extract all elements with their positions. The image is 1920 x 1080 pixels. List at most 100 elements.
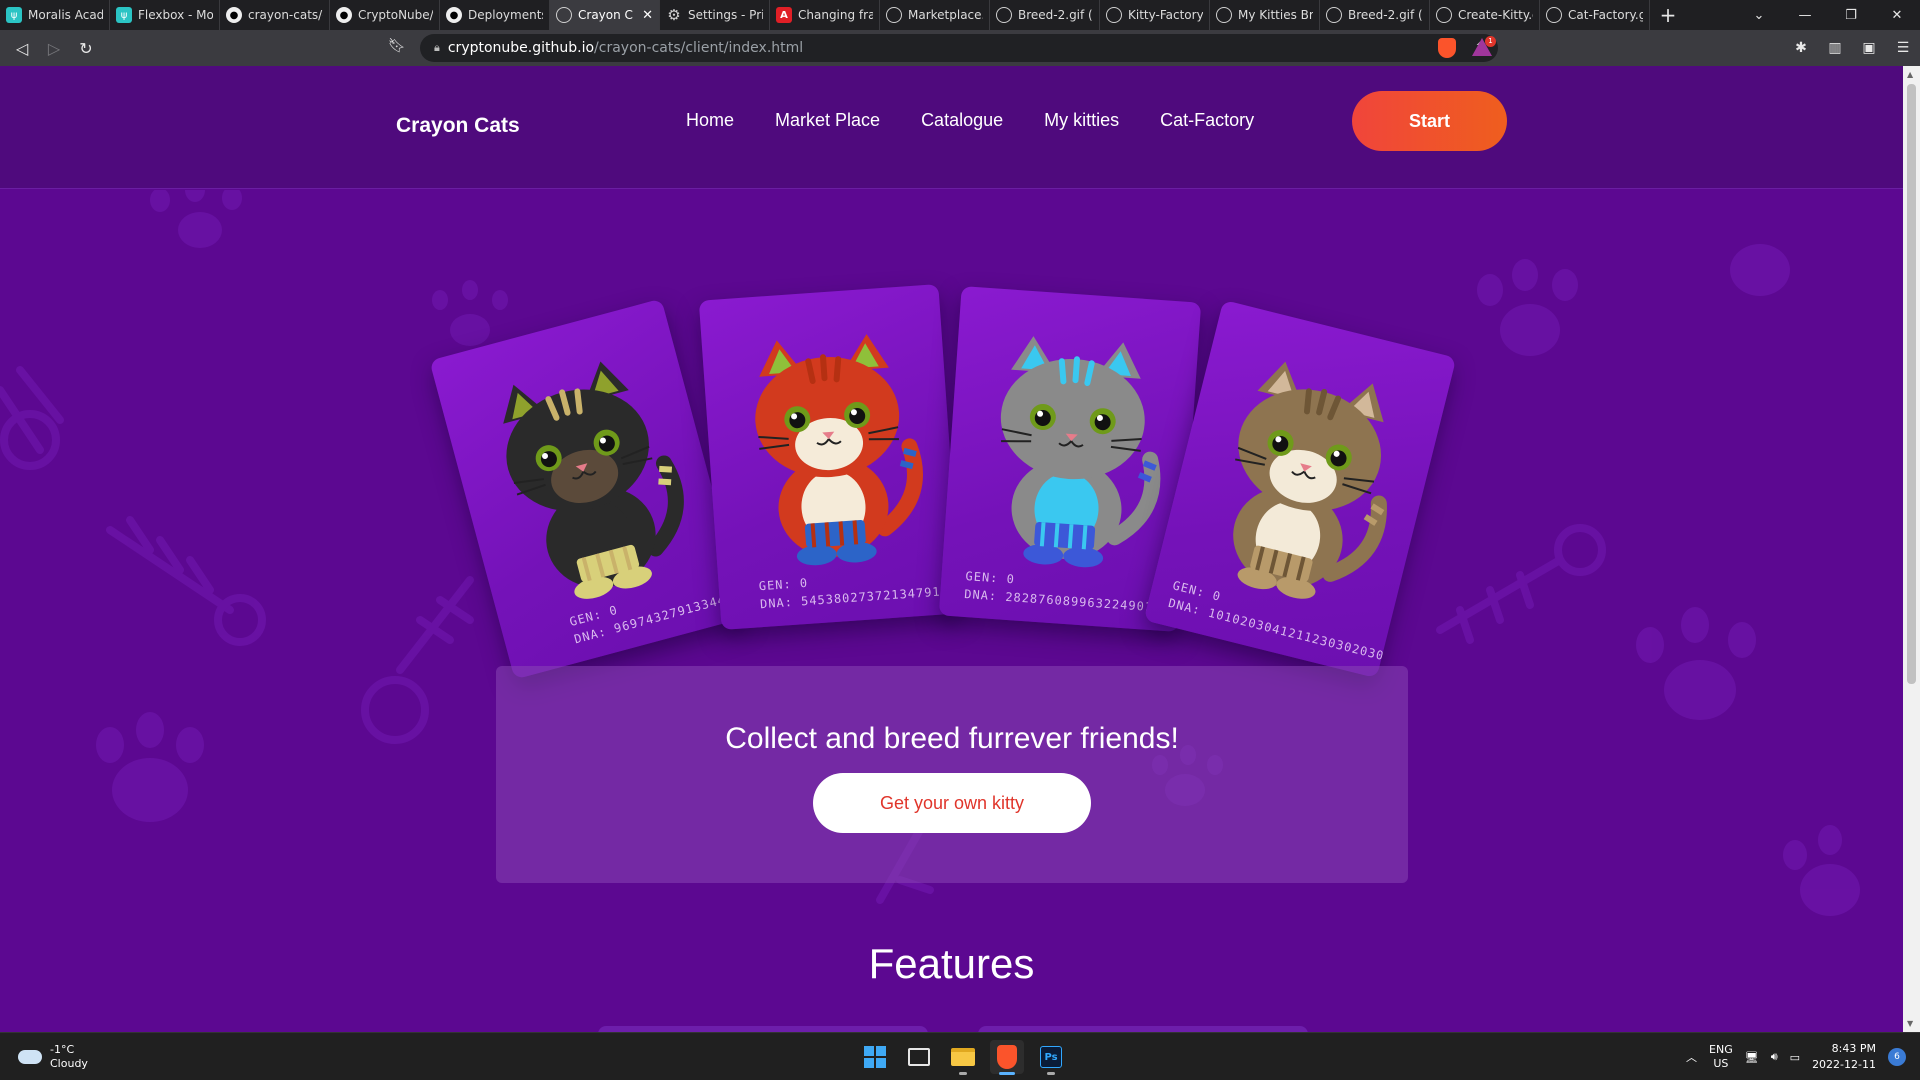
browser-tab[interactable]: My Kitties Bre: [1210, 0, 1320, 30]
globe-icon: [556, 7, 572, 23]
browser-tab[interactable]: ⚙ Settings - Priv: [660, 0, 770, 30]
github-icon: ●: [226, 7, 242, 23]
cat-card-2[interactable]: GEN: 0 DNA: 545380273721347913262 9: [698, 284, 962, 630]
nav-links: Home Market Place Catalogue My kitties C…: [686, 110, 1254, 131]
browser-tab[interactable]: Create-Kitty.g: [1430, 0, 1540, 30]
gear-icon: ⚙: [667, 6, 681, 24]
file-explorer-button[interactable]: [946, 1040, 980, 1075]
browser-tab[interactable]: Breed-2.gif (7: [990, 0, 1100, 30]
sidebar-icon[interactable]: ▥: [1818, 30, 1852, 66]
address-bar[interactable]: 🔒︎ cryptonube.github.io /crayon-cats/cli…: [420, 34, 1498, 62]
nav-link-market-place[interactable]: Market Place: [775, 110, 880, 131]
browser-tab[interactable]: Marketplace.g: [880, 0, 990, 30]
tab-title: Breed-2.gif (7: [1348, 8, 1423, 22]
weather-temp: -1°C: [50, 1043, 75, 1056]
language-code: ENG: [1709, 1043, 1733, 1056]
tab-title: Crayon C: [578, 8, 633, 22]
site-navbar: Crayon Cats Home Market Place Catalogue …: [0, 66, 1903, 189]
page-scrollbar[interactable]: ▲ ▼: [1903, 66, 1920, 1032]
wallet-icon[interactable]: ▣: [1852, 30, 1886, 66]
brave-rewards-icon[interactable]: 1: [1472, 36, 1496, 56]
chevron-up-icon[interactable]: ︿: [1686, 1049, 1697, 1065]
scroll-down-icon[interactable]: ▼: [1907, 1019, 1913, 1028]
clock-date: 2022-12-11: [1812, 1058, 1876, 1071]
nav-link-home[interactable]: Home: [686, 110, 734, 131]
menu-icon[interactable]: ☰: [1886, 30, 1920, 66]
browser-tab[interactable]: Kitty-Factory.: [1100, 0, 1210, 30]
cat-gen: GEN: 0: [965, 569, 1016, 587]
battery-icon[interactable]: ▭: [1790, 1051, 1800, 1064]
weather-widget[interactable]: -1°C Cloudy: [18, 1043, 88, 1071]
new-tab-button[interactable]: +: [1650, 0, 1686, 30]
github-icon: ●: [336, 7, 352, 23]
nav-link-catalogue[interactable]: Catalogue: [921, 110, 1003, 131]
scroll-up-icon[interactable]: ▲: [1907, 70, 1913, 79]
browser-tab[interactable]: ● crayon-cats/c: [220, 0, 330, 30]
browser-tab[interactable]: Breed-2.gif (7: [1320, 0, 1430, 30]
browser-tab[interactable]: Crayon C ✕: [550, 0, 660, 30]
folder-icon: [951, 1048, 975, 1066]
tab-title: Settings - Priv: [688, 8, 763, 22]
tab-title: CryptoNube/: [358, 8, 433, 22]
browser-tab[interactable]: ψ Moralis Acade: [0, 0, 110, 30]
github-icon: ●: [446, 7, 462, 23]
browser-tab[interactable]: A Changing fran: [770, 0, 880, 30]
volume-icon[interactable]: 🔊︎: [1771, 1050, 1778, 1064]
globe-icon: [1216, 7, 1232, 23]
features-heading: Features: [868, 940, 1035, 987]
browser-tab[interactable]: ● Deployments: [440, 0, 550, 30]
clock-time: 8:43 PM: [1831, 1042, 1876, 1055]
scroll-thumb[interactable]: [1907, 84, 1916, 684]
cat-illustration: [755, 334, 923, 566]
url-host: cryptonube.github.io: [447, 40, 595, 56]
close-tab-icon[interactable]: ✕: [642, 8, 653, 23]
browser-tab[interactable]: ● CryptoNube/: [330, 0, 440, 30]
browser-tab[interactable]: ψ Flexbox - Mor: [110, 0, 220, 30]
cat-gen: GEN: 0: [758, 575, 809, 594]
globe-icon: [1106, 7, 1122, 23]
task-view-button[interactable]: [902, 1040, 936, 1074]
cloud-icon: [18, 1050, 42, 1064]
globe-icon: [1326, 7, 1342, 23]
photoshop-button[interactable]: Ps: [1034, 1040, 1068, 1075]
tab-title: Breed-2.gif (7: [1018, 8, 1093, 22]
brave-shields-icon[interactable]: [1438, 38, 1456, 58]
nav-link-my-kitties[interactable]: My kitties: [1044, 110, 1119, 131]
start-button[interactable]: Start: [1352, 91, 1507, 151]
nav-link-cat-factory[interactable]: Cat-Factory: [1160, 110, 1254, 131]
task-view-icon: [908, 1048, 930, 1066]
tab-search-icon[interactable]: ⌄: [1736, 0, 1782, 30]
network-icon[interactable]: 🖥︎: [1745, 1051, 1759, 1064]
close-window-button[interactable]: ✕: [1874, 0, 1920, 30]
bookmark-icon[interactable]: 🔖︎: [388, 38, 406, 54]
restore-button[interactable]: ❐: [1828, 0, 1874, 30]
get-kitty-button[interactable]: Get your own kitty: [813, 773, 1091, 833]
browser-tab[interactable]: Cat-Factory.g: [1540, 0, 1650, 30]
tab-title: crayon-cats/c: [248, 8, 323, 22]
taskbar-apps: Ps: [858, 1040, 1068, 1075]
back-button[interactable]: ◁: [6, 32, 38, 64]
extensions-icon[interactable]: ✱: [1784, 30, 1818, 66]
brand-logo[interactable]: Crayon Cats: [396, 114, 520, 138]
tab-title: Kitty-Factory.: [1128, 8, 1203, 22]
adobe-icon: A: [776, 7, 792, 23]
lock-icon: 🔒︎: [434, 41, 440, 54]
system-tray: ︿ ENG US 🖥︎ 🔊︎ ▭ 8:43 PM 2022-12-11 6: [1686, 1033, 1920, 1080]
brave-browser-button[interactable]: [990, 1040, 1024, 1075]
reload-button[interactable]: ↻: [70, 32, 102, 64]
minimize-button[interactable]: —: [1782, 0, 1828, 30]
clock[interactable]: 8:43 PM 2022-12-11: [1812, 1041, 1876, 1073]
moralis-icon: ψ: [6, 7, 22, 23]
forward-button[interactable]: ▷: [38, 32, 70, 64]
tab-title: Marketplace.g: [908, 8, 983, 22]
globe-icon: [996, 7, 1012, 23]
windows-taskbar: -1°C Cloudy Ps ︿ ENG US 🖥︎ 🔊︎ ▭ 8:43 PM …: [0, 1032, 1920, 1080]
language-indicator[interactable]: ENG US: [1709, 1043, 1733, 1071]
start-menu-button[interactable]: [858, 1040, 892, 1074]
region-code: US: [1713, 1057, 1729, 1070]
notification-badge[interactable]: 6: [1888, 1048, 1906, 1066]
globe-icon: [886, 7, 902, 23]
globe-icon: [1546, 7, 1562, 23]
photoshop-icon: Ps: [1040, 1046, 1062, 1068]
tab-title: Moralis Acade: [28, 8, 103, 22]
